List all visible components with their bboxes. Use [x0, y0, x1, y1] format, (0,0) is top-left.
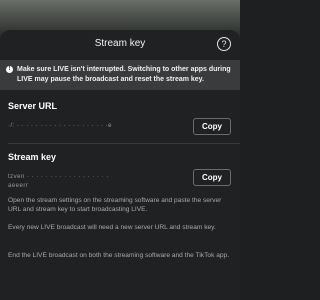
copy-stream-key-button[interactable]: Copy — [193, 169, 231, 186]
warning-text: Make sure LIVE isn't interrupted. Switch… — [17, 66, 231, 83]
stream-key-label: Stream key — [8, 152, 57, 162]
divider — [8, 143, 240, 144]
copy-server-url-button[interactable]: Copy — [193, 118, 231, 135]
info-paragraph: Every new LIVE broadcast will need a new… — [8, 224, 216, 231]
question-circle-icon[interactable]: ? — [217, 37, 231, 51]
stream-key-value: tzven · · · · · · · · · · · · · · · · · … — [8, 174, 109, 180]
warning-banner: ! Make sure LIVE isn't interrupted. Swit… — [0, 60, 240, 90]
stream-key-sheet: Stream key ? ! Make sure LIVE isn't inte… — [0, 30, 240, 300]
server-url-label: Server URL — [8, 101, 58, 111]
page-title: Stream key — [94, 38, 146, 49]
server-url-value: ·/: · · · · · · · · · · · · · · · · · · … — [8, 123, 112, 129]
info-paragraph: Open the stream settings on the streamin… — [8, 197, 222, 213]
info-paragraph: End the LIVE broadcast on both the strea… — [8, 252, 230, 259]
stream-key-value-continued: aeeerr — [8, 183, 29, 189]
exclamation-icon: ! — [6, 66, 13, 73]
sheet-header: Stream key ? — [0, 30, 240, 60]
